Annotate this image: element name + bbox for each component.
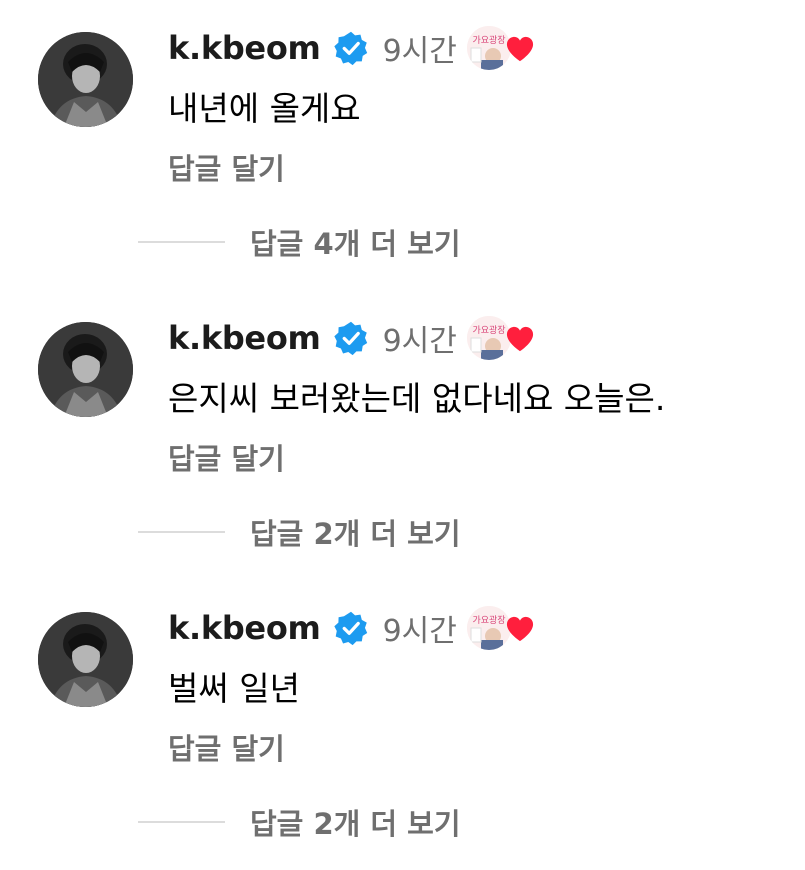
liked-by-sticker-text: 가요광장 xyxy=(472,34,505,46)
comment-text: 내년에 올게요 xyxy=(168,89,361,128)
comment-header: k.kbeom 9시간 가요광장 xyxy=(168,606,537,650)
comment-item: k.kbeom 9시간 가요광장 xyxy=(0,0,805,290)
creator-liked-indicator: 가요광장 xyxy=(466,316,537,360)
view-more-replies-button[interactable]: 답글 2개 더 보기 xyxy=(138,802,461,842)
creator-liked-indicator: 가요광장 xyxy=(466,26,537,70)
view-more-replies-label: 답글 2개 더 보기 xyxy=(250,807,461,841)
reply-button[interactable]: 답글 달기 xyxy=(168,436,285,478)
heart-icon xyxy=(505,35,535,63)
username[interactable]: k.kbeom xyxy=(168,29,321,67)
comment-time: 9시간 xyxy=(382,614,457,649)
liked-by-sticker-text: 가요광장 xyxy=(472,324,505,336)
divider-line xyxy=(138,241,225,243)
heart-icon xyxy=(505,615,535,643)
comment-header: k.kbeom 9시간 가요광장 xyxy=(168,26,537,70)
comment-header: k.kbeom 9시간 가요광장 xyxy=(168,316,537,360)
divider-line xyxy=(138,821,225,823)
reply-button[interactable]: 답글 달기 xyxy=(168,146,285,188)
comment-text: 벌써 일년 xyxy=(168,669,300,708)
username[interactable]: k.kbeom xyxy=(168,319,321,357)
verified-badge-icon xyxy=(333,320,369,356)
comment-item: k.kbeom 9시간 가요광장 xyxy=(0,580,805,870)
comment-item: k.kbeom 9시간 가요광장 xyxy=(0,290,805,580)
comment-text: 은지씨 보러왔는데 없다네요 오늘은. xyxy=(168,379,666,418)
heart-icon xyxy=(505,325,535,353)
verified-badge-icon xyxy=(333,30,369,66)
verified-badge-icon xyxy=(333,610,369,646)
reply-button[interactable]: 답글 달기 xyxy=(168,726,285,768)
comment-time: 9시간 xyxy=(382,34,457,69)
liked-by-sticker-text: 가요광장 xyxy=(472,614,505,626)
view-more-replies-button[interactable]: 답글 4개 더 보기 xyxy=(138,222,461,262)
user-avatar[interactable] xyxy=(38,32,133,127)
view-more-replies-button[interactable]: 답글 2개 더 보기 xyxy=(138,512,461,552)
user-avatar[interactable] xyxy=(38,612,133,707)
creator-liked-indicator: 가요광장 xyxy=(466,606,537,650)
view-more-replies-label: 답글 4개 더 보기 xyxy=(250,227,461,261)
username[interactable]: k.kbeom xyxy=(168,609,321,647)
view-more-replies-label: 답글 2개 더 보기 xyxy=(250,517,461,551)
divider-line xyxy=(138,531,225,533)
user-avatar[interactable] xyxy=(38,322,133,417)
comment-time: 9시간 xyxy=(382,324,457,359)
